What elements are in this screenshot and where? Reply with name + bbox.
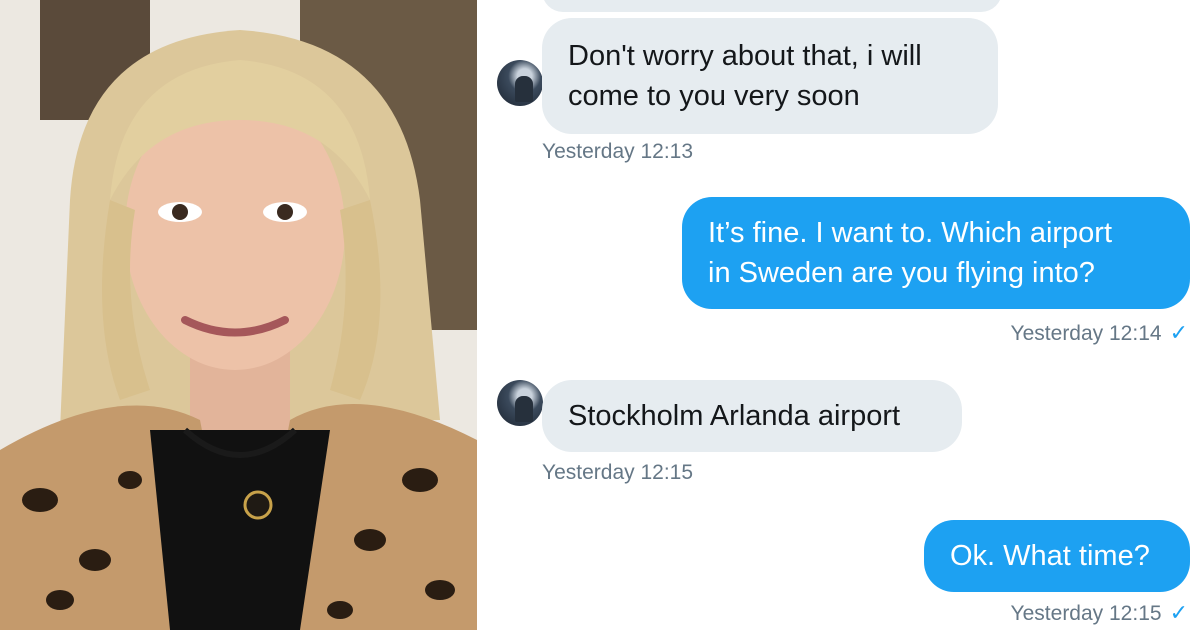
profile-photo — [0, 0, 477, 630]
timestamp-text: Yesterday 12:15 — [1010, 602, 1162, 625]
message-timestamp: Yesterday 12:14 ✓ — [1011, 320, 1188, 346]
message-text: Don't worry about that, i will — [568, 40, 922, 72]
message-timestamp: Yesterday 12:13 — [542, 140, 693, 164]
message-bubble-incoming[interactable]: Don't worry about that, i will come to y… — [542, 18, 998, 134]
timestamp-text: Yesterday 12:14 — [1010, 322, 1162, 345]
timestamp-text: Yesterday 12:15 — [542, 461, 694, 484]
check-icon: ✓ — [1169, 600, 1188, 625]
message-timestamp: Yesterday 12:15 ✓ — [1011, 600, 1188, 626]
message-bubble-outgoing[interactable]: Ok. What time? — [924, 520, 1190, 592]
timestamp-text: Yesterday 12:13 — [542, 140, 694, 163]
message-bubble-outgoing[interactable]: It’s fine. I want to. Which airport in S… — [682, 197, 1190, 309]
sender-avatar[interactable] — [497, 380, 543, 426]
chat-thread[interactable]: Don't worry about that, i will come to y… — [480, 0, 1200, 630]
message-text: come to you very soon — [568, 80, 860, 112]
message-text: Ok. What time? — [950, 540, 1150, 572]
photo-illustration — [0, 0, 477, 630]
message-timestamp: Yesterday 12:15 — [542, 461, 693, 485]
sender-avatar[interactable] — [497, 60, 543, 106]
previous-message-bubble — [542, 0, 1002, 12]
check-icon: ✓ — [1169, 320, 1188, 345]
message-text: Stockholm Arlanda airport — [568, 400, 901, 432]
message-bubble-incoming[interactable]: Stockholm Arlanda airport — [542, 380, 962, 452]
message-text: in Sweden are you flying into? — [708, 257, 1095, 289]
message-text: It’s fine. I want to. Which airport — [708, 217, 1113, 249]
